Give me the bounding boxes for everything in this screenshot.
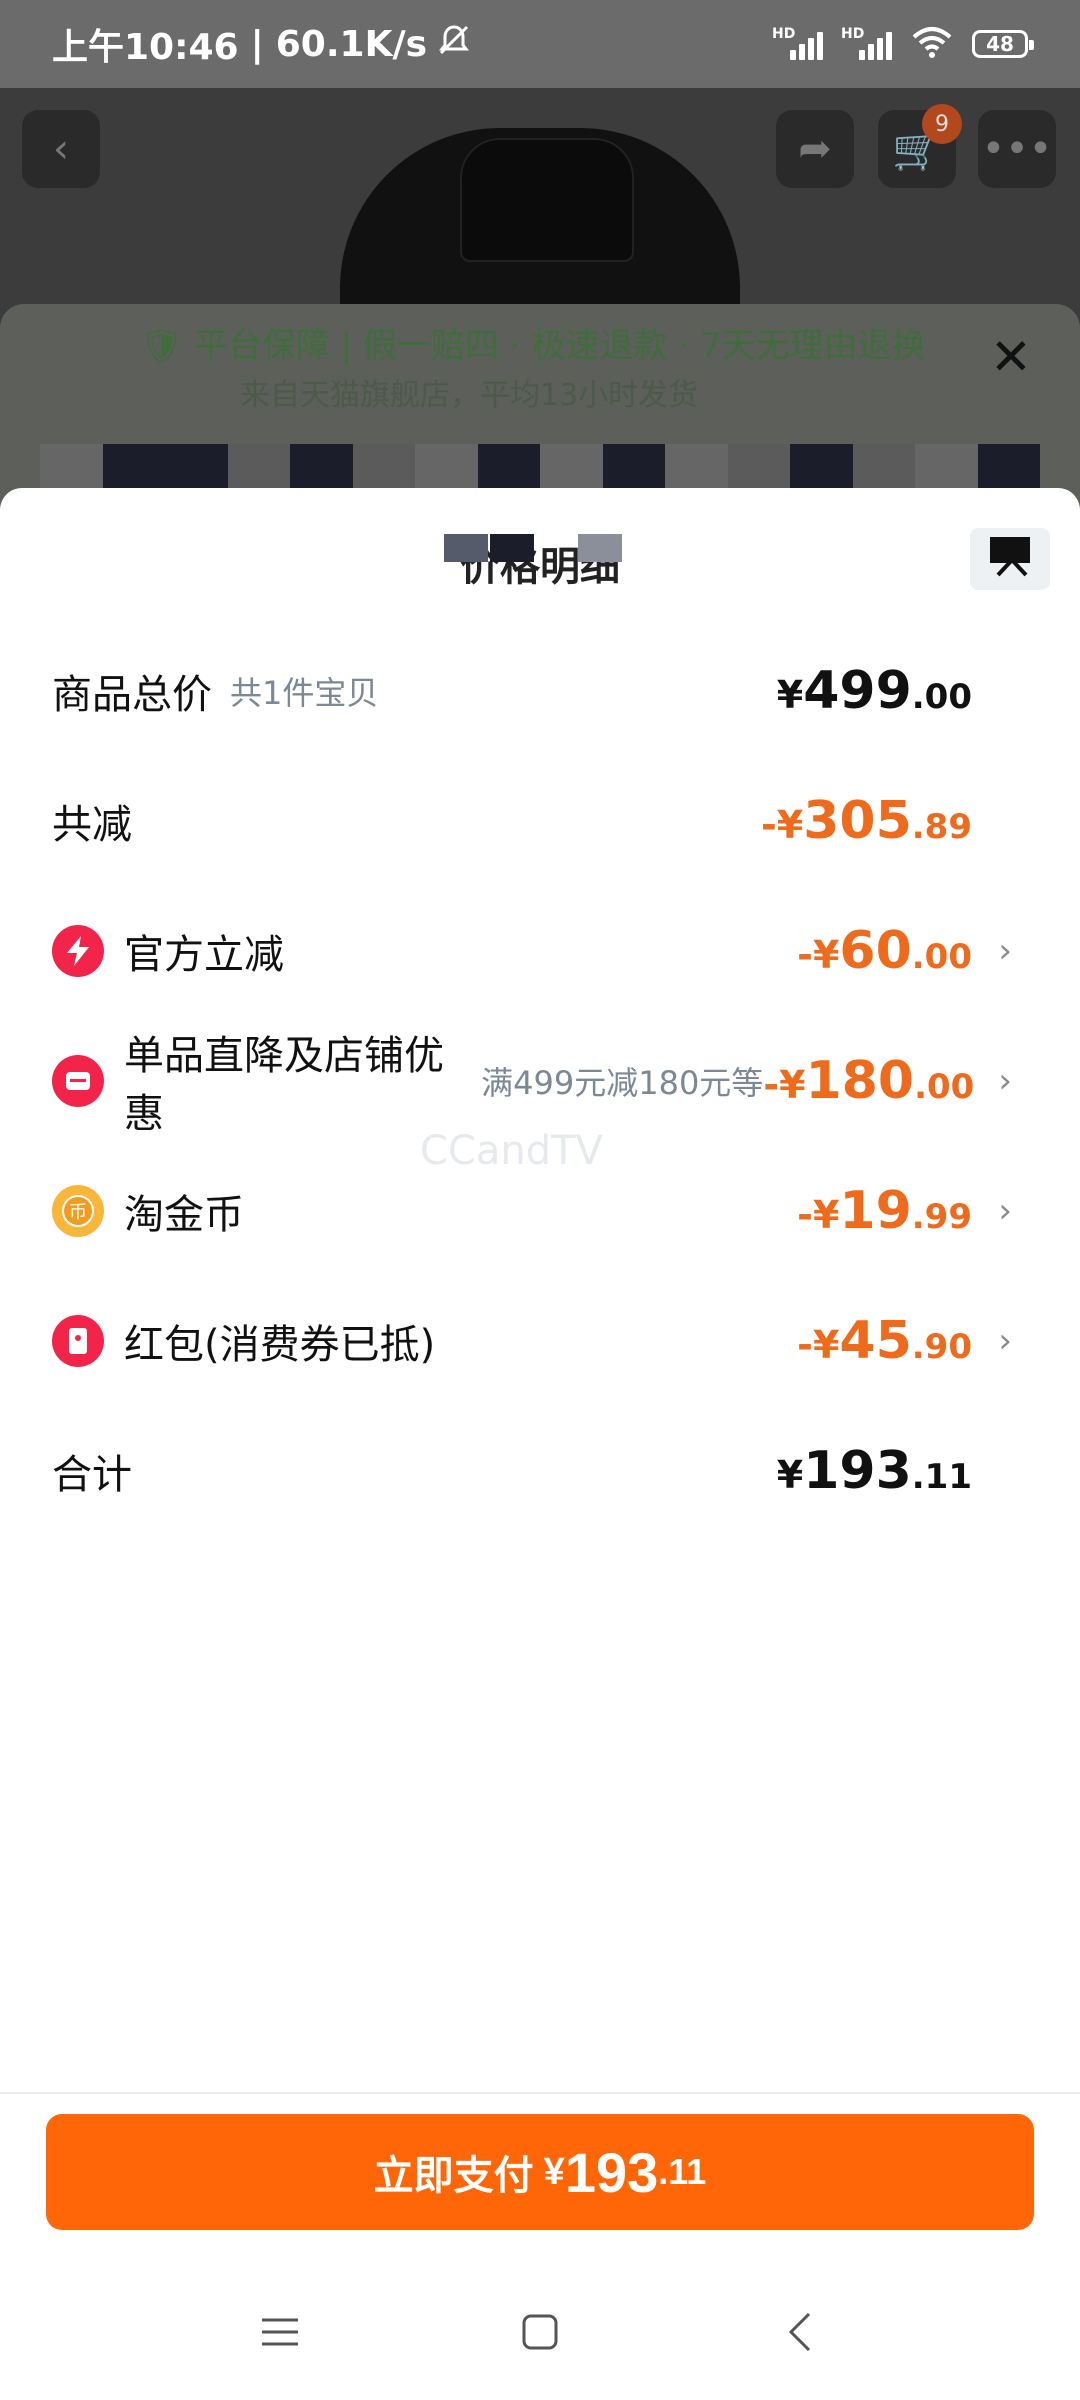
shop-discount-amount: -¥180.00	[763, 1051, 975, 1111]
product-image-collar	[460, 138, 634, 262]
chevron-right-icon: ›	[998, 931, 1012, 971]
back-nav-button[interactable]	[770, 2304, 830, 2364]
back-button[interactable]: ‹	[22, 110, 100, 188]
row-label: 官方立减	[124, 932, 284, 978]
shipping-text: 来自天猫旗舰店，平均13小时发货	[240, 378, 699, 413]
system-nav-bar	[0, 2268, 1080, 2400]
lightning-icon	[52, 925, 104, 977]
row-label: 合计	[52, 1452, 132, 1498]
home-button[interactable]	[510, 2304, 570, 2364]
title-occlusion	[578, 534, 622, 562]
home-square-icon	[520, 2312, 560, 2356]
row-total-discount: 共减 -¥305.89 ›	[52, 786, 1012, 856]
share-icon: ➦	[798, 126, 832, 172]
row-red-packet[interactable]: 红包(消费券已抵) -¥45.90 ›	[52, 1306, 1012, 1376]
shop-coupon-icon	[52, 1055, 104, 1107]
menu-button[interactable]	[250, 2304, 310, 2364]
guarantee-text: 🛡 平台保障 | 假一赔四 · 极速退款 · 7天无理由退换	[140, 326, 926, 366]
item-count: 共1件宝贝	[230, 674, 379, 712]
row-label: 单品直降及店铺优惠	[124, 1033, 444, 1137]
red-packet-icon	[52, 1315, 104, 1367]
chevron-right-icon: ›	[998, 1061, 1012, 1101]
status-bar: 上午10:46 | 60.1K/s HD HD 48	[0, 0, 1080, 88]
row-label: 红包(消费券已抵)	[124, 1322, 436, 1368]
status-left: 上午10:46 | 60.1K/s	[52, 18, 471, 70]
status-separator: |	[250, 23, 264, 65]
wifi-icon	[910, 25, 954, 63]
row-label: 商品总价	[52, 672, 212, 718]
signal-icon-2: HD	[841, 26, 892, 60]
svg-text:币: 币	[69, 1202, 87, 1223]
discount-description: 满499元减180元等	[481, 1064, 764, 1102]
shield-check-icon: 🛡	[140, 326, 184, 366]
official-discount-amount: -¥60.00	[797, 921, 972, 981]
grand-total-amount: ¥193.11	[776, 1441, 972, 1501]
title-occlusion	[444, 534, 488, 562]
menu-lines-icon	[258, 2312, 302, 2356]
close-button[interactable]	[970, 528, 1050, 590]
row-gold-coins[interactable]: 币 淘金币 -¥19.99 ›	[52, 1176, 1012, 1246]
pay-now-button[interactable]: 立即支付 ¥ 193 .11	[46, 2114, 1034, 2230]
status-right: HD HD 48	[772, 25, 1034, 63]
chevron-left-icon: ‹	[53, 126, 69, 172]
gold-coin-icon: 币	[52, 1185, 104, 1237]
background-close-icon[interactable]: ✕	[990, 328, 1032, 386]
battery-icon: 48	[972, 30, 1034, 58]
total-discount-amount: -¥305.89	[761, 791, 972, 851]
cart-button[interactable]: 🛒 9	[878, 104, 962, 188]
close-icon	[986, 533, 1034, 585]
cart-count-badge: 9	[922, 104, 962, 144]
mute-bell-icon	[437, 23, 471, 66]
clock: 上午10:46	[52, 27, 239, 68]
chevron-right-icon: ›	[998, 1321, 1012, 1361]
chevron-right-icon: ›	[998, 1191, 1012, 1231]
background-swatch-strip	[40, 444, 1040, 488]
share-button[interactable]: ➦	[776, 110, 854, 188]
signal-icon-1: HD	[772, 26, 823, 60]
row-goods-total: 商品总价 共1件宝贝 ¥499.00 ›	[52, 656, 1012, 726]
bottom-action-bar: 立即支付 ¥ 193 .11	[0, 2094, 1080, 2268]
more-button[interactable]: •••	[978, 110, 1056, 188]
row-official-discount[interactable]: 官方立减 -¥60.00 ›	[52, 916, 1012, 986]
row-label: 共减	[52, 802, 132, 848]
sheet-title: 价格明细	[460, 544, 620, 590]
row-label: 淘金币	[124, 1192, 244, 1238]
chevron-left-icon	[785, 2310, 815, 2358]
row-shop-discount[interactable]: 单品直降及店铺优惠 满499元减180元等 -¥180.00 ›	[52, 1033, 1012, 1137]
red-packet-amount: -¥45.90	[797, 1311, 972, 1371]
network-speed: 60.1K/s	[275, 23, 428, 65]
title-occlusion	[490, 534, 534, 562]
goods-total-amount: ¥499.00	[776, 661, 972, 721]
row-grand-total: 合计 ¥193.11 ›	[52, 1436, 1012, 1506]
watermark: CCandTV	[420, 1128, 603, 1174]
price-detail-sheet: 价格明细 商品总价 共1件宝贝 ¥499.00 › 共减 -¥305.89 › …	[0, 488, 1080, 2092]
more-dots-icon: •••	[981, 126, 1053, 172]
gold-coin-amount: -¥19.99	[797, 1181, 972, 1241]
